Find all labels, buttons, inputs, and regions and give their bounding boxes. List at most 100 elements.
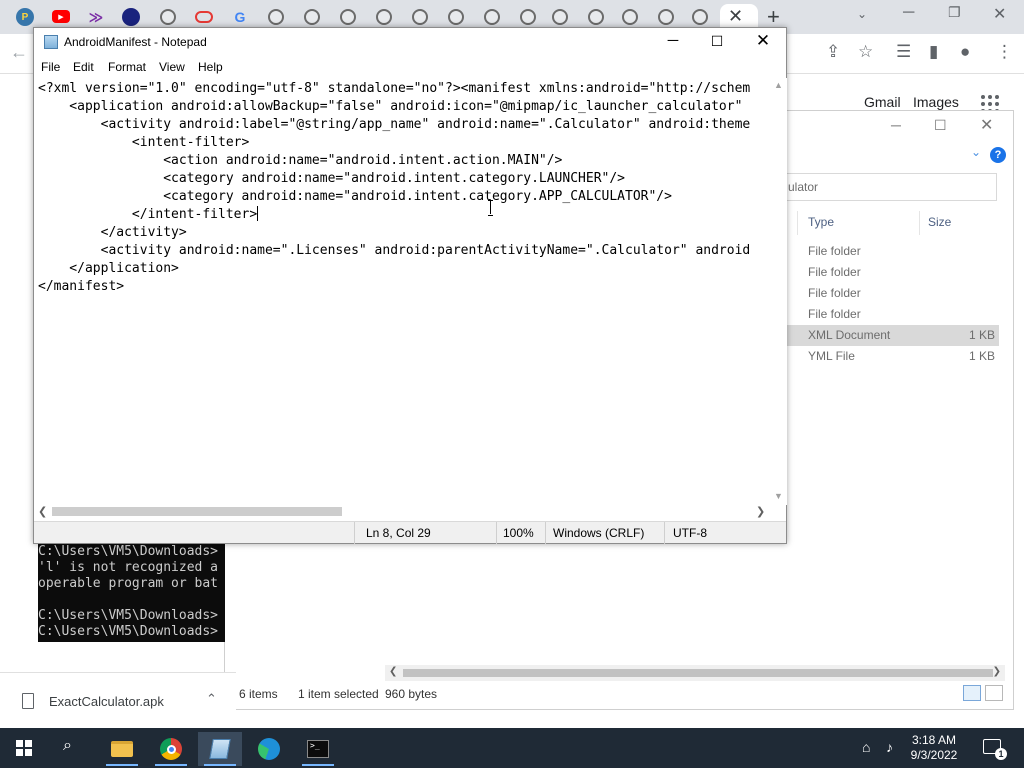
- network-icon[interactable]: ⌂: [862, 739, 870, 755]
- file-list-row[interactable]: File folder: [787, 241, 999, 262]
- clock[interactable]: 3:18 AM 9/3/2022: [908, 733, 960, 763]
- clock-date: 9/3/2022: [910, 748, 958, 762]
- file-encoding: UTF-8: [673, 526, 707, 540]
- chatgpt-tab-icon[interactable]: [268, 9, 284, 25]
- chatgpt-tab-icon[interactable]: [376, 9, 392, 25]
- explorer-horizontal-scrollbar[interactable]: ❮ ❯: [385, 665, 1005, 681]
- scroll-up-icon[interactable]: ▲: [774, 80, 783, 90]
- site-tab-icon[interactable]: [122, 8, 140, 26]
- vertical-scrollbar[interactable]: ▲ ▼: [770, 78, 787, 505]
- menu-view[interactable]: View: [159, 60, 185, 74]
- chatgpt-tab-icon[interactable]: [692, 9, 708, 25]
- bookmark-star-icon[interactable]: ☆: [858, 42, 873, 62]
- chatgpt-tab-icon[interactable]: [622, 9, 638, 25]
- size-column-header[interactable]: Size: [928, 215, 951, 229]
- menu-format[interactable]: Format: [108, 60, 146, 74]
- help-icon[interactable]: ?: [990, 147, 1006, 163]
- chatgpt-tab-icon[interactable]: [412, 9, 428, 25]
- text-line: <application android:allowBackup="false"…: [38, 99, 743, 114]
- text-line: <activity android:name=".Licenses" andro…: [38, 243, 751, 258]
- tab-search-icon[interactable]: ⌄: [857, 7, 867, 21]
- notepad-app-icon: [44, 35, 58, 49]
- google-tab-icon[interactable]: G: [231, 8, 249, 26]
- chatgpt-tab-icon[interactable]: [520, 9, 536, 25]
- explorer-maximize-icon[interactable]: ☐: [934, 117, 947, 134]
- text-line: </application>: [38, 261, 179, 276]
- ribbon-expand-icon[interactable]: ⌄: [971, 145, 981, 159]
- zoom-level: 100%: [503, 526, 534, 540]
- explorer-minimize-icon[interactable]: ─: [891, 117, 901, 133]
- images-link[interactable]: Images: [913, 94, 959, 110]
- details-view-icon[interactable]: [963, 685, 981, 701]
- chatgpt-tab-icon[interactable]: [484, 9, 500, 25]
- notepad-titlebar[interactable]: AndroidManifest - Notepad ─ ☐ ✕: [34, 28, 786, 56]
- maximize-icon[interactable]: ☐: [694, 28, 740, 56]
- reading-list-icon[interactable]: ☰: [896, 42, 911, 62]
- search-icon[interactable]: ⌕: [63, 737, 72, 755]
- file-type: File folder: [808, 244, 861, 258]
- file-type: File folder: [808, 307, 861, 321]
- globe-tab-icon[interactable]: [160, 9, 176, 25]
- kotlin-tab-icon[interactable]: ≫: [87, 8, 105, 26]
- file-list-row[interactable]: File folder: [787, 304, 999, 325]
- console-line: C:\Users\VM5\Downloads>: [38, 624, 219, 639]
- explorer-search-box[interactable]: ulator: [779, 173, 997, 201]
- opera-tab-icon[interactable]: [195, 11, 213, 23]
- chatgpt-tab-icon[interactable]: [340, 9, 356, 25]
- profile-avatar-icon[interactable]: ●: [960, 42, 970, 62]
- taskbar-notepad[interactable]: [198, 732, 242, 766]
- taskbar-chrome[interactable]: [149, 732, 193, 766]
- large-icons-view-icon[interactable]: [985, 685, 1003, 701]
- chatgpt-tab-icon[interactable]: [588, 9, 604, 25]
- scroll-left-icon[interactable]: ❮: [38, 505, 47, 518]
- explorer-close-icon[interactable]: ✕: [980, 115, 993, 135]
- menu-edit[interactable]: Edit: [73, 60, 94, 74]
- type-column-header[interactable]: Type: [808, 215, 834, 229]
- file-list-row[interactable]: XML Document 1 KB: [787, 325, 999, 346]
- cmd-icon: >_: [307, 740, 329, 758]
- download-options-icon[interactable]: ⌃: [206, 691, 217, 707]
- taskbar-file-explorer[interactable]: [100, 732, 144, 766]
- menu-file[interactable]: File: [41, 60, 60, 74]
- scroll-right-icon[interactable]: ❯: [756, 505, 765, 518]
- file-list-row[interactable]: YML File 1 KB: [787, 346, 999, 367]
- volume-icon[interactable]: ♪: [886, 739, 893, 755]
- share-icon[interactable]: ⇪: [826, 42, 840, 62]
- file-list-row[interactable]: File folder: [787, 283, 999, 304]
- ibeam-cursor-icon: [488, 200, 493, 216]
- scroll-down-icon[interactable]: ▼: [774, 491, 783, 501]
- chatgpt-tab-icon[interactable]: [552, 9, 568, 25]
- file-size: 1 KB: [968, 328, 995, 342]
- chatgpt-tab-icon[interactable]: [658, 9, 674, 25]
- restore-icon[interactable]: ❐: [948, 4, 961, 21]
- file-size: 1 KB: [968, 349, 995, 363]
- windows-start-icon[interactable]: [16, 740, 32, 756]
- command-prompt-window[interactable]: C:\Users\VM5\Downloads>'l' is not recogn…: [38, 544, 225, 642]
- close-icon[interactable]: ✕: [740, 28, 786, 56]
- menu-help[interactable]: Help: [198, 60, 223, 74]
- close-tab-icon[interactable]: ✕: [728, 6, 743, 27]
- chatgpt-tab-icon[interactable]: [448, 9, 464, 25]
- close-window-icon[interactable]: ✕: [993, 4, 1006, 24]
- download-filename[interactable]: ExactCalculator.apk: [49, 694, 164, 709]
- item-count: 6 items: [239, 687, 278, 701]
- cursor-position: Ln 8, Col 29: [366, 526, 431, 540]
- python-tab-icon[interactable]: P: [16, 8, 34, 26]
- gmail-link[interactable]: Gmail: [864, 94, 901, 110]
- taskbar-command-prompt[interactable]: >_: [296, 732, 340, 766]
- youtube-tab-icon[interactable]: ▶: [52, 10, 70, 23]
- text-editor-area[interactable]: <?xml version="1.0" encoding="utf-8" sta…: [38, 80, 771, 506]
- file-list-row[interactable]: File folder: [787, 262, 999, 283]
- text-line: </manifest>: [38, 279, 125, 294]
- taskbar-edge[interactable]: [247, 732, 291, 766]
- horizontal-scroll-thumb[interactable]: [52, 507, 342, 516]
- horizontal-scrollbar[interactable]: ❮ ❯: [34, 503, 770, 520]
- minimize-icon[interactable]: ─: [650, 28, 696, 56]
- back-arrow-icon[interactable]: ←: [10, 42, 28, 63]
- chatgpt-tab-icon[interactable]: [304, 9, 320, 25]
- side-panel-icon[interactable]: ▮: [929, 42, 938, 62]
- chrome-menu-icon[interactable]: ⋮: [996, 42, 1013, 62]
- file-type: YML File: [808, 349, 855, 363]
- minimize-icon[interactable]: ─: [903, 4, 914, 22]
- window-title: AndroidManifest - Notepad: [64, 35, 207, 49]
